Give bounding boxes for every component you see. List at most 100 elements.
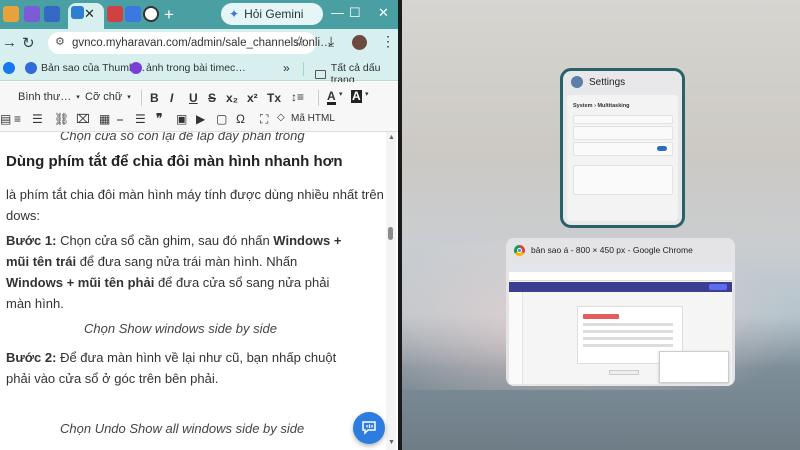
text-color-button[interactable]: A (327, 90, 336, 105)
chrome-window-title: bản sao á - 800 × 450 px - Google Chrome (531, 245, 693, 255)
justify-icon[interactable]: ☰ (32, 112, 43, 126)
bookmark-star-icon[interactable]: ☆ (293, 33, 306, 50)
settings-breadcrumb: System › Multitasking (573, 103, 630, 109)
preview-row (583, 337, 673, 340)
step-2-paragraph: Bước 2: Để đưa màn hình về lại như cũ, b… (6, 347, 346, 389)
address-bar[interactable]: ⚙ gvnco.myharavan.com/admin/sale_channel… (48, 32, 332, 54)
settings-window-preview: System › Multitasking (567, 95, 678, 221)
snap-assist-settings-window[interactable]: Settings System › Multitasking (560, 68, 685, 228)
bookmarks-overflow-button[interactable]: » (283, 61, 290, 75)
chevron-down-icon[interactable]: ▾ (339, 90, 343, 98)
tab-favicon-3[interactable] (44, 6, 60, 22)
tab-favicon-7[interactable] (143, 6, 159, 22)
subscript-button[interactable]: x₂ (226, 91, 238, 105)
preview-row (583, 323, 673, 326)
strikethrough-button[interactable]: S (208, 91, 216, 105)
bold-button[interactable]: B (150, 91, 159, 105)
active-tab-favicon (71, 6, 84, 19)
omega-icon[interactable]: Ω (236, 112, 245, 126)
tab-favicon-5[interactable] (107, 6, 123, 22)
preview-toolbar (509, 272, 732, 281)
underline-button[interactable]: U (189, 91, 198, 105)
scroll-up-arrow-icon[interactable]: ▲ (388, 134, 395, 141)
chrome-window: ✕ + ✦ Hỏi Gemini — ☐ ✕ → ↻ ⚙ gvnco.myhar… (0, 0, 398, 450)
link-icon[interactable]: ⛓ (54, 112, 69, 126)
tab-favicon-2[interactable] (24, 6, 40, 22)
italic-button[interactable]: I (170, 91, 173, 105)
image-caption: Chọn Undo Show all windows side by side (60, 421, 305, 436)
source-code-icon[interactable]: ◇ (277, 112, 285, 123)
table-icon[interactable]: ▦ (99, 112, 110, 126)
special-char-icon[interactable]: ☰ (135, 112, 146, 126)
html-source-button[interactable]: Mã HTML (291, 113, 335, 124)
preview-app-header (509, 282, 732, 292)
line-height-icon[interactable]: ↕≡ (291, 90, 304, 104)
unlink-icon[interactable]: ⌧ (76, 112, 90, 126)
editor-toolbar: Bình thư… ▾ Cỡ chữ ▾ B I U S x₂ x² Tx ↕≡… (0, 82, 398, 132)
snap-assist-area: Settings System › Multitasking bản sao á… (402, 0, 800, 450)
profile-avatar[interactable] (352, 35, 367, 50)
paragraph-format-value: Bình thư… (18, 91, 72, 103)
site-info-icon[interactable]: ⚙ (55, 35, 65, 48)
gemini-label: Hỏi Gemini (244, 7, 304, 21)
font-size-select[interactable]: Cỡ chữ ▾ (85, 91, 131, 103)
font-size-value: Cỡ chữ (85, 91, 123, 103)
more-menu-icon[interactable]: ⋮ (381, 33, 395, 50)
title-bar: ✕ + ✦ Hỏi Gemini — ☐ ✕ (0, 0, 398, 29)
snap-assist-chrome-window[interactable]: bản sao á - 800 × 450 px - Google Chrome (506, 238, 735, 386)
preview-popup (659, 351, 729, 383)
preview-highlight-row (583, 314, 619, 319)
image-icon[interactable]: ▣ (176, 112, 187, 126)
file-icon[interactable]: ▢ (216, 112, 227, 126)
bookmark-favicon-icon (130, 62, 142, 74)
superscript-button[interactable]: x² (247, 91, 258, 105)
quote-icon[interactable]: ❞ (156, 111, 162, 125)
align-right-icon[interactable]: ≡ (14, 112, 21, 126)
tab-close-icon[interactable]: ✕ (84, 6, 95, 22)
chevron-down-icon: ▾ (76, 94, 80, 101)
chat-widget-button[interactable] (353, 412, 385, 444)
bookmark-item-1[interactable]: Bản sao của Thumb… (25, 62, 145, 74)
new-tab-button[interactable]: + (164, 5, 174, 25)
intro-line-2: dows: (6, 208, 40, 223)
scrollbar[interactable] (386, 132, 396, 450)
navigation-toolbar: → ↻ ⚙ gvnco.myharavan.com/admin/sale_cha… (0, 29, 398, 57)
editor-content[interactable]: Chọn cửa sổ còn lại để lấp đầy phần trốn… (0, 132, 385, 450)
ask-gemini-button[interactable]: ✦ Hỏi Gemini (221, 3, 323, 25)
window-close-icon[interactable]: ✕ (378, 5, 389, 21)
scrollbar-thumb[interactable] (388, 227, 393, 240)
forward-icon[interactable]: → (2, 34, 17, 51)
horizontal-rule-icon[interactable]: ⎯ (117, 112, 123, 127)
intro-paragraph: là phím tắt chia đôi màn hình máy tính đ… (6, 184, 385, 226)
minimize-icon[interactable]: — (331, 5, 344, 20)
settings-window-header: Settings (563, 71, 682, 93)
reload-icon[interactable]: ↻ (22, 34, 35, 52)
tab-favicon-1[interactable] (3, 6, 19, 22)
step-1-label: Bước 1: (6, 233, 57, 248)
step-1-text-2: để đưa sang nửa trái màn hình. Nhấn (76, 254, 298, 269)
preview-tabstrip (509, 263, 732, 272)
align-left-icon[interactable]: ▤ (0, 112, 11, 126)
fullscreen-icon[interactable]: ⛶ (260, 112, 268, 127)
chrome-window-header: bản sao á - 800 × 450 px - Google Chrome (506, 238, 735, 262)
scroll-down-arrow-icon[interactable]: ▼ (388, 439, 395, 446)
tab-favicon-6[interactable] (125, 6, 141, 22)
maximize-icon[interactable]: ☐ (349, 5, 361, 21)
bookmark-label: ảnh trong bài timec… (146, 62, 246, 74)
folder-icon (315, 69, 326, 79)
chevron-down-icon[interactable]: ▾ (365, 90, 369, 98)
step-1-shortcut-2: mũi tên trái (6, 254, 77, 269)
bookmark-facebook[interactable] (3, 62, 15, 74)
preview-row (583, 344, 673, 347)
chrome-logo-icon (514, 244, 525, 256)
clear-format-button[interactable]: Tx (267, 91, 281, 105)
settings-gear-icon (571, 76, 583, 88)
step-1-text: Chọn cửa sổ cần ghim, sau đó nhấn (56, 233, 274, 248)
download-icon[interactable]: ⤓ (328, 33, 334, 50)
toggle-switch (657, 146, 667, 151)
video-icon[interactable]: ▶ (196, 112, 205, 126)
bookmark-item-2[interactable]: ảnh trong bài timec… (130, 62, 246, 74)
settings-row (573, 115, 673, 124)
highlight-color-button[interactable]: A (351, 90, 362, 103)
paragraph-format-select[interactable]: Bình thư… ▾ (18, 91, 80, 103)
